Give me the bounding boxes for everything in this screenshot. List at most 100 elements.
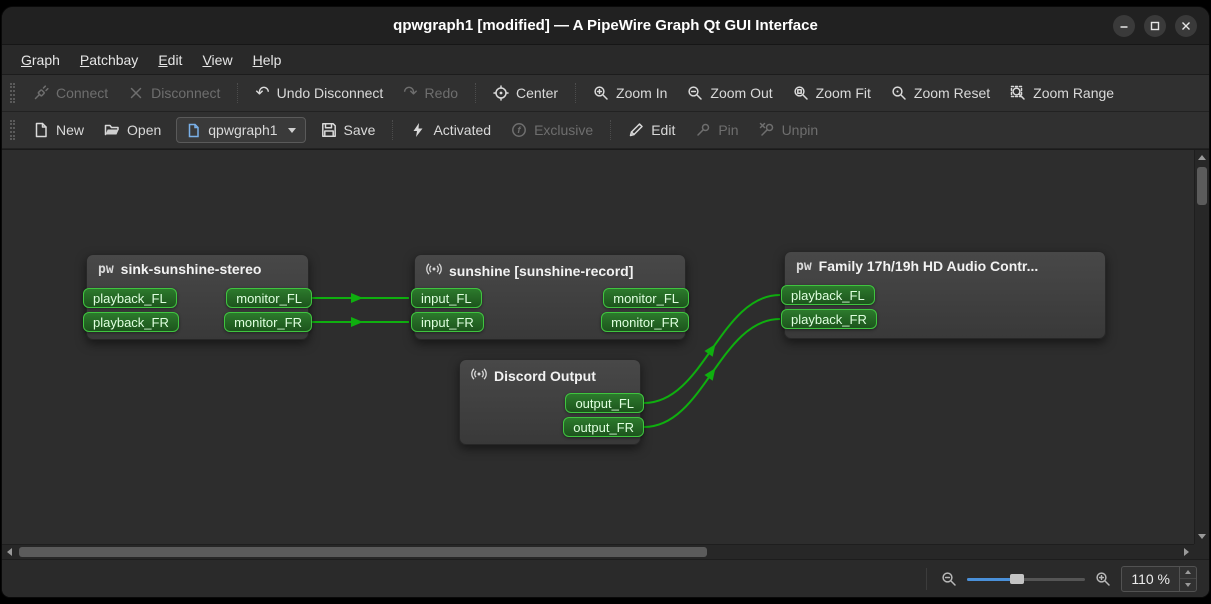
zoom-range-button[interactable]: Zoom Range [1001,80,1123,106]
graph-canvas[interactable]: pw sink-sunshine-stereo playback_FL play… [2,150,1194,544]
node-title: Discord Output [460,360,640,387]
node-discord-output[interactable]: Discord Output output_FL output_FR [459,359,644,445]
zoom-out-button[interactable]: Zoom Out [678,80,781,106]
spin-down-button[interactable] [1180,578,1196,591]
port-playback-fr[interactable]: playback_FR [781,309,877,329]
node-sink-sunshine-stereo[interactable]: pw sink-sunshine-stereo playback_FL play… [83,254,312,340]
port-monitor-fl[interactable]: monitor_FL [603,288,689,308]
patchbay-profile-combobox[interactable]: qpwgraph1 [176,117,306,143]
node-title: pw Family 17h/19h HD Audio Contr... [796,258,1039,274]
connection-arrow-icon [704,344,716,357]
open-folder-icon [104,124,119,136]
undo-icon: ↶ [255,83,270,103]
toolbar-drag-handle[interactable] [10,120,15,140]
close-button[interactable] [1175,15,1197,37]
zoom-spinbox[interactable]: 110 % [1121,565,1197,592]
open-button[interactable]: Open [95,117,170,143]
statusbar: 110 % [2,559,1209,597]
svg-text:f: f [517,125,521,136]
connect-icon [34,85,49,100]
exclusive-icon: f [512,123,527,137]
save-icon [321,123,336,137]
connect-button[interactable]: Connect [24,80,117,106]
port-monitor-fr[interactable]: monitor_FR [224,312,312,332]
titlebar[interactable]: qpwgraph1 [modified] — A PipeWire Graph … [2,7,1209,45]
patchbay-toolbar: New Open qpwgraph1 Save Activated f Excl… [2,112,1209,149]
scroll-left-button[interactable] [2,544,17,559]
port-output-fl[interactable]: output_FL [565,393,644,413]
toolbar-separator [475,83,477,103]
port-output-fr[interactable]: output_FR [563,417,644,437]
menu-patchbay[interactable]: Patchbay [71,48,147,72]
zoom-in-icon[interactable] [1095,571,1111,587]
menu-view[interactable]: View [193,48,241,72]
node-family-hd-audio[interactable]: pw Family 17h/19h HD Audio Contr... play… [781,251,1106,339]
pin-icon [697,123,710,136]
maximize-button[interactable] [1144,15,1166,37]
menubar: Graph Patchbay Edit View Help [2,45,1209,75]
zoom-reset-icon [892,86,906,100]
arrow-down-icon [1185,582,1191,587]
arrow-left-icon [7,547,12,556]
pin-button[interactable]: Pin [686,117,747,143]
zoom-value[interactable]: 110 % [1122,567,1179,591]
redo-button[interactable]: ↷ Redo [394,80,467,106]
port-playback-fr[interactable]: playback_FR [83,312,179,332]
zoom-out-icon[interactable] [941,571,957,587]
disconnect-button[interactable]: Disconnect [119,80,229,106]
toolbar-separator [237,83,239,103]
toolbar-separator [610,120,612,140]
spin-arrows [1179,566,1196,591]
scroll-down-button[interactable] [1194,529,1209,544]
horizontal-scrollbar[interactable] [2,544,1194,559]
center-button[interactable]: Center [484,80,567,106]
connection-arrow-icon [351,317,363,327]
zoom-fit-button[interactable]: Zoom Fit [784,80,880,106]
node-sunshine-record[interactable]: sunshine [sunshine-record] input_FL inpu… [411,254,689,340]
edit-button[interactable]: Edit [619,117,684,143]
exclusive-button[interactable]: f Exclusive [502,117,602,143]
zoom-slider[interactable] [967,569,1086,589]
menu-graph[interactable]: Graph [12,48,69,72]
arrow-up-icon [1197,155,1206,160]
redo-icon: ↷ [403,83,418,103]
vertical-scroll-thumb[interactable] [1197,167,1207,205]
port-playback-fl[interactable]: playback_FL [781,285,875,305]
port-monitor-fl[interactable]: monitor_FL [226,288,312,308]
zoom-reset-button[interactable]: Zoom Reset [882,80,999,106]
app-window: qpwgraph1 [modified] — A PipeWire Graph … [1,6,1210,598]
arrow-down-icon [1197,534,1206,539]
minimize-button[interactable] [1113,15,1135,37]
pipewire-icon: pw [796,258,812,274]
spin-up-button[interactable] [1180,567,1196,579]
zoom-range-icon [1010,85,1025,100]
menu-help[interactable]: Help [244,48,291,72]
toolbar-drag-handle[interactable] [10,83,15,103]
scroll-up-button[interactable] [1194,150,1209,165]
zoom-in-button[interactable]: Zoom In [584,80,676,106]
port-monitor-fr[interactable]: monitor_FR [601,312,689,332]
graph-toolbar: Connect Disconnect ↶ Undo Disconnect ↷ R… [2,75,1209,112]
port-input-fr[interactable]: input_FR [411,312,484,332]
zoom-in-icon [594,86,608,100]
menu-edit[interactable]: Edit [149,48,191,72]
toolbar-separator [575,83,577,103]
stream-icon [426,261,442,280]
horizontal-scroll-thumb[interactable] [19,547,707,557]
stream-icon [471,366,487,385]
undo-disconnect-button[interactable]: ↶ Undo Disconnect [246,80,392,106]
activated-button[interactable]: Activated [401,117,500,143]
vertical-scrollbar[interactable] [1194,150,1209,544]
port-playback-fl[interactable]: playback_FL [83,288,177,308]
scroll-right-button[interactable] [1179,544,1194,559]
port-input-fl[interactable]: input_FL [411,288,482,308]
center-icon [493,85,509,101]
new-button[interactable]: New [24,117,93,143]
save-button[interactable]: Save [312,117,385,143]
zoom-slider-handle[interactable] [1009,573,1024,584]
connection-arrow-icon [351,293,363,303]
zoom-out-icon [688,86,703,100]
arrow-right-icon [1184,547,1189,556]
unpin-button[interactable]: Unpin [750,117,828,143]
canvas-frame: pw sink-sunshine-stereo playback_FL play… [2,149,1209,559]
